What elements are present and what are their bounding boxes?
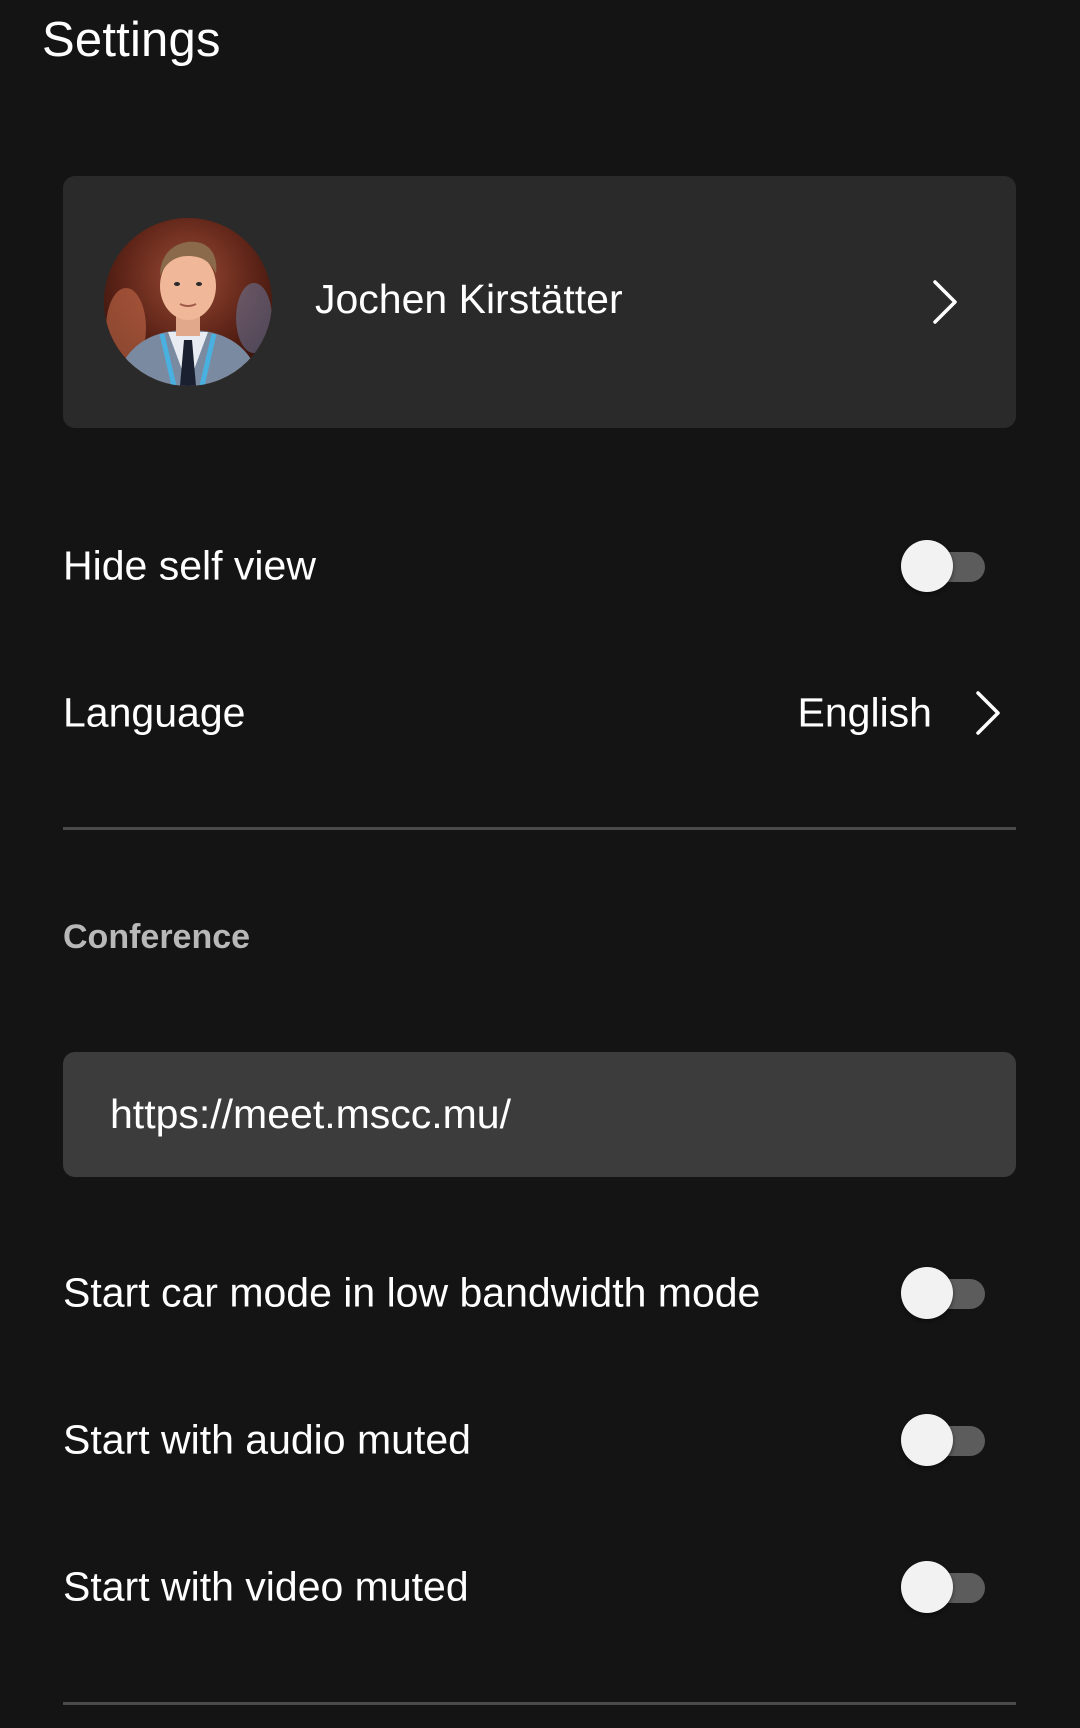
video-muted-toggle[interactable] <box>901 1559 987 1615</box>
toggle-thumb <box>901 1561 953 1613</box>
server-url-input[interactable]: https://meet.mscc.mu/ <box>63 1052 1016 1177</box>
toggle-thumb <box>901 1267 953 1319</box>
language-label: Language <box>63 689 246 736</box>
toggle-thumb <box>901 540 953 592</box>
car-mode-low-bandwidth-toggle[interactable] <box>901 1265 987 1321</box>
profile-name: Jochen Kirstätter <box>315 276 623 322</box>
hide-self-view-label: Hide self view <box>63 542 316 589</box>
car-mode-low-bandwidth-row: Start car mode in low bandwidth mode <box>63 1253 1016 1333</box>
hide-self-view-row: Hide self view <box>63 526 1016 606</box>
chevron-right-icon <box>972 689 1004 737</box>
section-divider <box>63 1702 1016 1705</box>
server-url-value: https://meet.mscc.mu/ <box>110 1091 511 1137</box>
video-muted-row: Start with video muted <box>63 1547 1016 1627</box>
video-muted-label: Start with video muted <box>63 1563 469 1610</box>
language-row[interactable]: Language English <box>63 673 1016 753</box>
toggle-thumb <box>901 1414 953 1466</box>
audio-muted-toggle[interactable] <box>901 1412 987 1468</box>
car-mode-low-bandwidth-label: Start car mode in low bandwidth mode <box>63 1269 761 1316</box>
section-divider <box>63 827 1016 830</box>
profile-card[interactable]: Jochen Kirstätter <box>63 176 1016 428</box>
conference-section-title: Conference <box>63 918 251 956</box>
audio-muted-row: Start with audio muted <box>63 1400 1016 1480</box>
chevron-right-icon <box>929 278 961 326</box>
user-avatar <box>104 218 272 386</box>
hide-self-view-toggle[interactable] <box>901 538 987 594</box>
language-value: English <box>797 689 932 736</box>
settings-screen: Settings Jochen Kirstätter Hide self vie… <box>0 0 1080 1728</box>
page-title: Settings <box>42 13 221 67</box>
audio-muted-label: Start with audio muted <box>63 1416 471 1463</box>
